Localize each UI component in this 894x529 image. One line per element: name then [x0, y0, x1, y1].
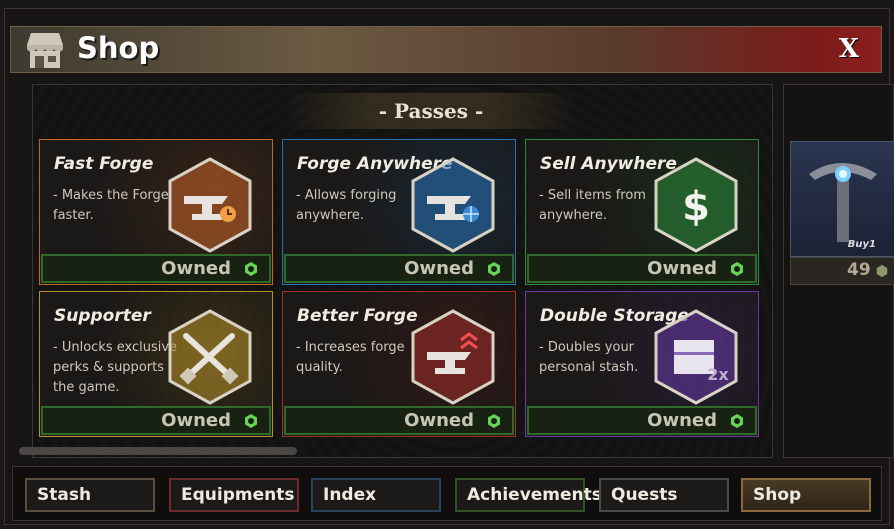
price-value: 49 [847, 260, 871, 280]
anvil-clock-icon [168, 157, 252, 253]
dollar-icon: $ [654, 157, 738, 253]
side-shop-item[interactable]: Buy1 49 [783, 84, 894, 458]
tab-quests[interactable]: Quests [599, 478, 729, 512]
svg-text:2x: 2x [707, 365, 729, 384]
pass-card[interactable]: Double Storage - Doubles your personal st… [525, 291, 759, 437]
pass-card[interactable]: Forge Anywhere - Allows forging anywhere.… [282, 139, 516, 285]
owned-check-icon [731, 262, 743, 276]
owned-label: Owned [647, 258, 717, 279]
pass-card[interactable]: Better Forge - Increases forge quality. Ow… [282, 291, 516, 437]
anvil-upgrade-icon [411, 309, 495, 405]
owned-check-icon [488, 414, 500, 428]
svg-text:$: $ [682, 184, 710, 230]
anvil-globe-icon [411, 157, 495, 253]
tab-shop[interactable]: Shop [741, 478, 871, 512]
owned-check-icon [245, 262, 257, 276]
pass-name: Supporter [54, 306, 151, 326]
buy-label: Buy1 [847, 239, 876, 250]
pass-card[interactable]: Sell Anywhere - Sell items from anywhere.… [525, 139, 759, 285]
tab-stash[interactable]: Stash [25, 478, 155, 512]
owned-label: Owned [404, 410, 474, 431]
section-title: - Passes - [283, 93, 579, 129]
tab-index[interactable]: Index [311, 478, 441, 512]
owned-status-bar: Owned [527, 254, 757, 283]
pass-card[interactable]: Fast Forge - Makes the Forge faster. Owned [39, 139, 273, 285]
horizontal-scrollbar[interactable] [19, 447, 297, 455]
owned-check-icon [731, 414, 743, 428]
owned-status-bar: Owned [41, 254, 271, 283]
crossed-swords-icon [168, 309, 252, 405]
owned-status-bar: Owned [284, 406, 514, 435]
bottom-tab-bar: Stash Equipments Index Achievements Quests Sh… [12, 466, 882, 521]
owned-check-icon [245, 414, 257, 428]
price-bar[interactable]: 49 [790, 257, 894, 285]
pass-card[interactable]: Supporter - Unlocks exclusive perks & sup… [39, 291, 273, 437]
owned-label: Owned [161, 258, 231, 279]
chest-2x-icon: 2x [654, 309, 738, 405]
passes-panel: - Passes - Fast Forge - Makes the Forge f… [19, 84, 773, 458]
owned-status-bar: Owned [284, 254, 514, 283]
shop-icon [27, 33, 63, 68]
pass-name: Fast Forge [54, 154, 154, 174]
window-header: Shop X [10, 26, 882, 73]
tab-equipments[interactable]: Equipments [169, 478, 299, 512]
owned-check-icon [488, 262, 500, 276]
pickaxe-item[interactable]: Buy1 [790, 141, 894, 257]
window-title: Shop [77, 31, 160, 65]
owned-status-bar: Owned [527, 406, 757, 435]
owned-status-bar: Owned [41, 406, 271, 435]
owned-label: Owned [647, 410, 717, 431]
owned-label: Owned [161, 410, 231, 431]
close-button[interactable]: X [839, 34, 859, 64]
owned-label: Owned [404, 258, 474, 279]
tab-achievements[interactable]: Achievements [455, 478, 602, 512]
coin-icon [876, 264, 888, 278]
pickaxe-icon [809, 163, 877, 242]
pass-name: Better Forge [297, 306, 418, 326]
